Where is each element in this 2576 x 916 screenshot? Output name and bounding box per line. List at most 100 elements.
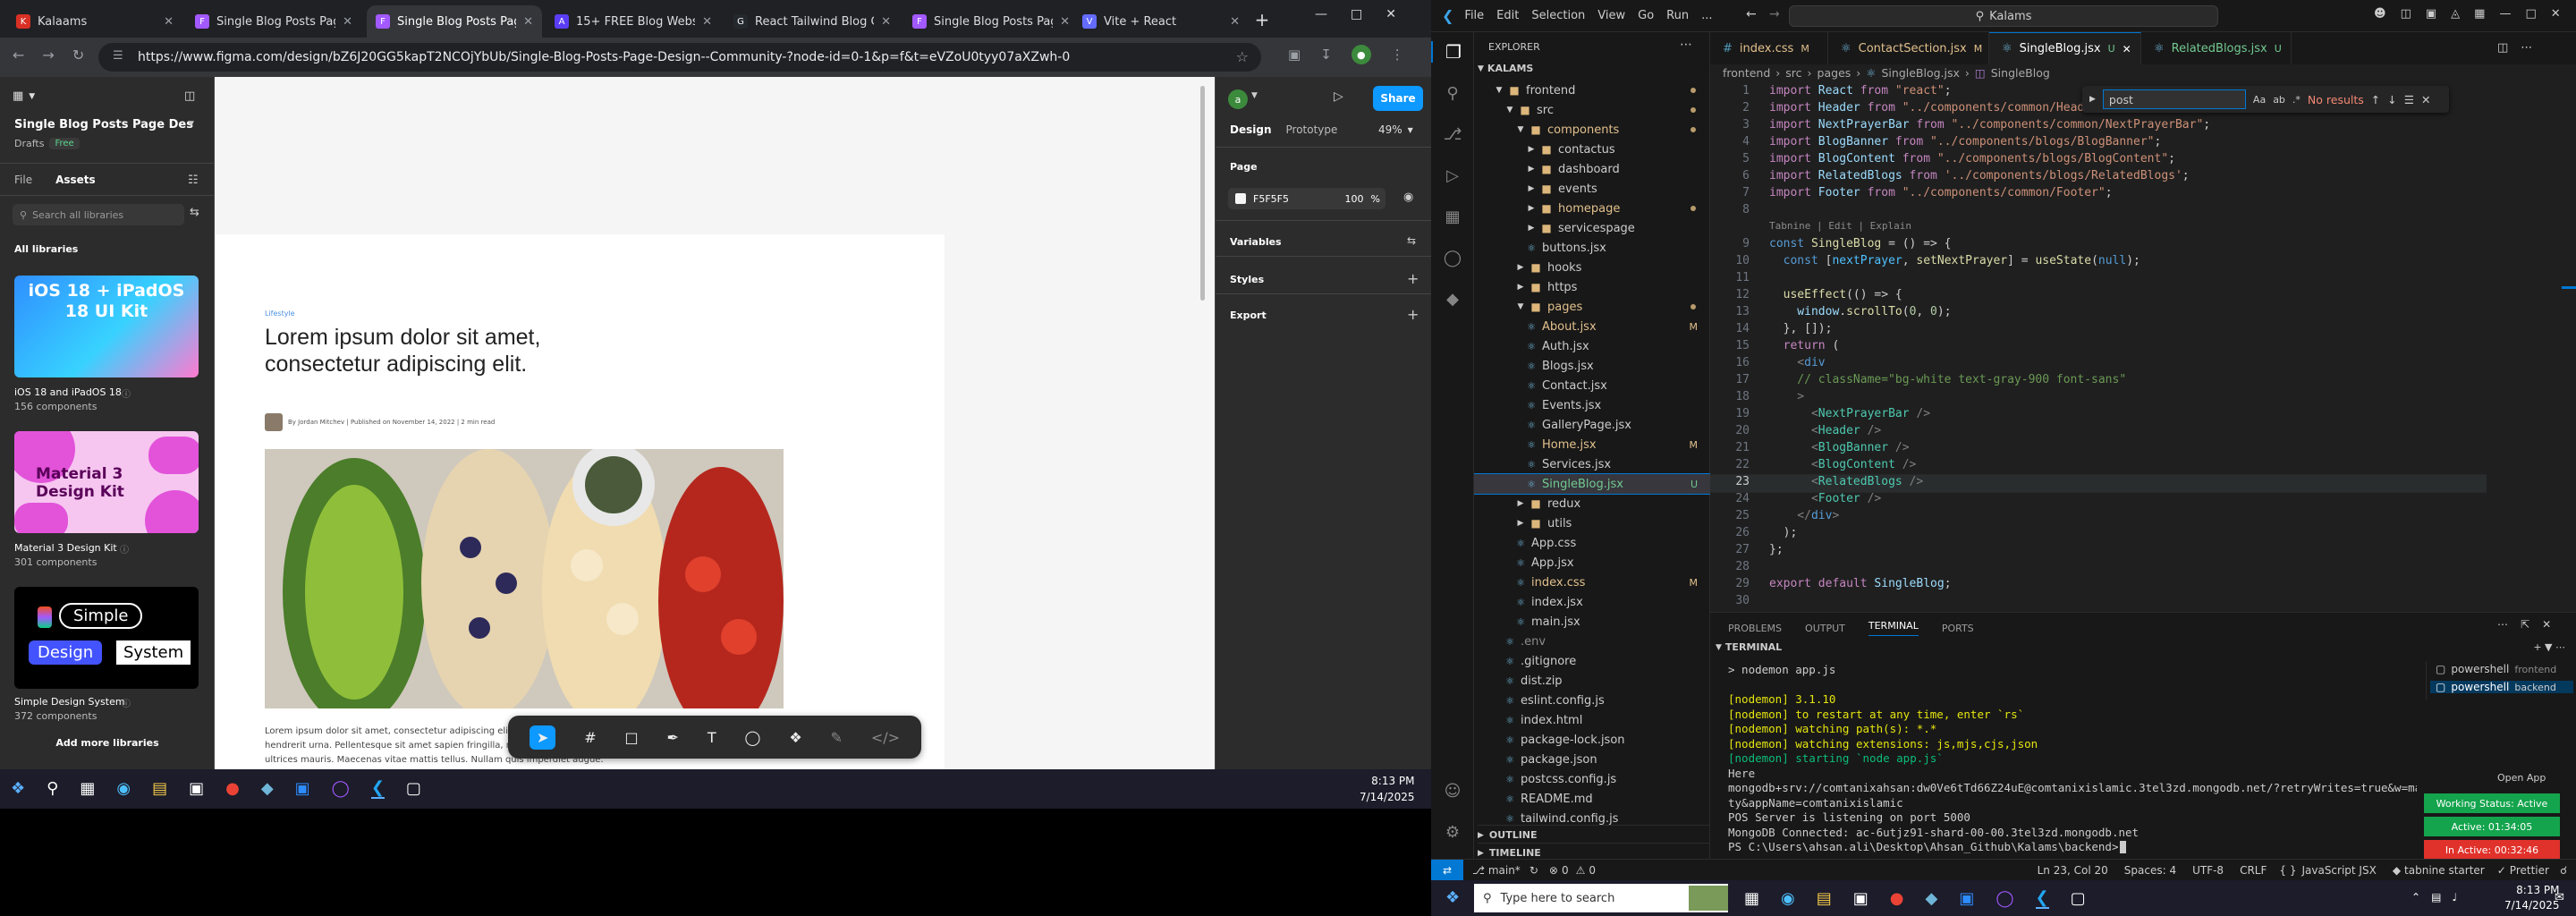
edge-icon[interactable]: ◉ bbox=[116, 779, 131, 798]
bookmark-star-icon[interactable]: ☆ bbox=[1236, 48, 1249, 65]
panel-tab[interactable]: OUTPUT bbox=[1805, 623, 1845, 634]
visibility-eye-icon[interactable]: ◉ bbox=[1403, 191, 1413, 204]
draw-mode-icon[interactable]: ✎ bbox=[831, 729, 843, 746]
browser-tab[interactable]: G React Tailwind Blog Co ✕ bbox=[724, 5, 900, 38]
frame-single-blog[interactable]: Lifestyle Lorem ipsum dolor sit amet, co… bbox=[215, 234, 945, 769]
tree-file[interactable]: ⚛ README.md bbox=[1474, 789, 1710, 809]
tree-folder[interactable]: ▶ ■ events bbox=[1474, 179, 1710, 199]
code-line[interactable]: 29 export default SingleBlog; bbox=[1710, 577, 2487, 594]
maximize-icon[interactable]: □ bbox=[2525, 7, 2536, 21]
chevron-right-icon[interactable]: ▶ bbox=[2089, 95, 2096, 104]
codelens[interactable]: Tabnine | Edit | Explain bbox=[1710, 220, 2487, 237]
status-spaces[interactable]: Spaces: 4 bbox=[2124, 864, 2176, 877]
info-icon[interactable]: ⓘ bbox=[122, 696, 131, 709]
more-actions-icon[interactable]: ⋯ bbox=[2497, 618, 2508, 631]
variables-settings-icon[interactable]: ⇆ bbox=[1407, 234, 1416, 247]
code-line[interactable]: 25 </div> bbox=[1710, 509, 2487, 526]
outline-section[interactable]: ▶ OUTLINE bbox=[1478, 825, 1710, 841]
zoom-app-icon[interactable]: ▣ bbox=[1959, 889, 1974, 908]
present-icon[interactable]: ▷ bbox=[1334, 89, 1343, 104]
remote-explorer-icon[interactable]: ◯ bbox=[1431, 249, 1474, 267]
close-tab-icon[interactable]: ✕ bbox=[523, 15, 533, 29]
new-terminal-icon[interactable]: + ▼ ⋯ bbox=[2533, 641, 2565, 653]
tree-file[interactable]: ⚛ Auth.jsx bbox=[1474, 336, 1710, 356]
tree-file[interactable]: ⚛ package-lock.json bbox=[1474, 730, 1710, 750]
share-button[interactable]: Share bbox=[1373, 86, 1423, 111]
account-icon[interactable]: ☺ bbox=[1431, 782, 1474, 801]
status-encoding[interactable]: UTF-8 bbox=[2192, 864, 2224, 877]
figma-main-menu-icon[interactable]: ▦ bbox=[13, 89, 23, 103]
add-style-icon[interactable]: + bbox=[1407, 270, 1419, 287]
tree-folder[interactable]: ▶ ■ redux bbox=[1474, 494, 1710, 513]
code-line[interactable]: 11 bbox=[1710, 271, 2487, 288]
tree-folder[interactable]: ▼ ■ pages bbox=[1474, 297, 1710, 317]
tray-overflow-icon[interactable]: ⌃ bbox=[2411, 891, 2420, 903]
rectangle-tool-icon[interactable]: □ bbox=[625, 729, 639, 746]
status-tabnine[interactable]: tabnine starter bbox=[2404, 864, 2485, 877]
edge-icon[interactable]: ◉ bbox=[1781, 889, 1795, 908]
tree-file[interactable]: ⚛ index.jsx bbox=[1474, 592, 1710, 612]
sync-icon[interactable]: ↻ bbox=[1530, 864, 1538, 877]
status-warnings[interactable]: 0 bbox=[1589, 864, 1596, 877]
tree-folder[interactable]: ▼ ■ src bbox=[1474, 100, 1710, 120]
code-line[interactable]: 15 return ( bbox=[1710, 339, 2487, 356]
tree-file[interactable]: ⚛ App.css bbox=[1474, 533, 1710, 553]
layout-aux-icon[interactable]: ◬ bbox=[2451, 7, 2460, 21]
add-export-icon[interactable]: + bbox=[1407, 306, 1419, 323]
move-tool-icon[interactable]: ➤ bbox=[529, 725, 556, 750]
close-tab-icon[interactable]: ✕ bbox=[881, 15, 891, 29]
breadcrumb-item[interactable]: frontend bbox=[1723, 66, 1770, 80]
chevron-down-icon[interactable]: ▼ bbox=[1251, 91, 1258, 100]
tree-file[interactable]: ⚛ About.jsx M bbox=[1474, 317, 1710, 336]
reload-icon[interactable]: ↻ bbox=[72, 47, 84, 64]
chevron-down-icon[interactable]: ▼ bbox=[1716, 643, 1722, 652]
tree-file[interactable]: ⚛ SingleBlog.jsx U bbox=[1474, 473, 1710, 495]
new-tab-button[interactable]: + bbox=[1249, 7, 1275, 32]
tree-file[interactable]: ⚛ Events.jsx bbox=[1474, 395, 1710, 415]
run-debug-icon[interactable]: ▷ bbox=[1431, 166, 1474, 185]
tabnine-icon[interactable]: ◆ bbox=[1431, 290, 1474, 309]
close-icon[interactable]: ✕ bbox=[2551, 7, 2561, 21]
status-language[interactable]: JavaScript JSX bbox=[2301, 864, 2376, 877]
menu-kebab-icon[interactable]: ⋮ bbox=[1391, 47, 1404, 63]
profile-avatar[interactable]: ● bbox=[1351, 45, 1371, 64]
editor-tab[interactable]: # index.css M bbox=[1710, 32, 1828, 64]
chrome-icon[interactable]: ● bbox=[1890, 889, 1904, 908]
search-icon[interactable]: ⚲ bbox=[47, 779, 58, 798]
color-swatch[interactable] bbox=[1235, 193, 1246, 204]
minimize-icon[interactable]: — bbox=[2499, 7, 2511, 21]
arrow-down-icon[interactable]: ↓ bbox=[2387, 93, 2396, 106]
tree-folder[interactable]: ▶ ■ hooks bbox=[1474, 258, 1710, 277]
tree-file[interactable]: ⚛ index.html bbox=[1474, 710, 1710, 730]
code-line[interactable]: 13 window.scrollTo(0, 0); bbox=[1710, 305, 2487, 322]
panel-tab[interactable]: TERMINAL bbox=[1868, 620, 1919, 636]
match-case-icon[interactable]: Aa bbox=[2253, 94, 2266, 106]
back-icon[interactable]: ← bbox=[1746, 7, 1757, 21]
tree-file[interactable]: ⚛ main.jsx bbox=[1474, 612, 1710, 632]
breadcrumb-item[interactable]: pages bbox=[1818, 66, 1852, 80]
browser-tab[interactable]: K Kalaams ✕ bbox=[7, 5, 182, 38]
tree-file[interactable]: ⚛ package.json bbox=[1474, 750, 1710, 769]
close-icon[interactable]: ✕ bbox=[1385, 7, 1396, 21]
tree-folder[interactable]: ▶ ■ utils bbox=[1474, 513, 1710, 533]
remote-indicator-icon[interactable]: ⇄ bbox=[1431, 860, 1463, 880]
menu-item[interactable]: File bbox=[1464, 9, 1484, 22]
back-icon[interactable]: ← bbox=[13, 47, 24, 64]
code-lines[interactable]: 1 import React from "react"; 2 import Heade… bbox=[1710, 84, 2487, 612]
status-branch[interactable]: main* bbox=[1488, 864, 1521, 877]
library-card-ios[interactable]: iOS 18 + iPadOS 18 UI Kit bbox=[14, 276, 199, 377]
browser-tab[interactable]: F Single Blog Posts Page ✕ bbox=[903, 5, 1079, 38]
clock[interactable]: 8:13 PM 7/14/2025 bbox=[2504, 883, 2560, 913]
info-icon[interactable]: ⓘ bbox=[120, 542, 129, 556]
figma-canvas[interactable]: Lifestyle Lorem ipsum dolor sit amet, co… bbox=[215, 77, 1215, 769]
app-icon[interactable]: ◯ bbox=[332, 779, 350, 798]
code-line[interactable]: 16 <div bbox=[1710, 356, 2487, 373]
timeline-section[interactable]: ▶ TIMELINE bbox=[1478, 843, 1710, 859]
tree-file[interactable]: ⚛ Contact.jsx bbox=[1474, 376, 1710, 395]
minimize-icon[interactable]: — bbox=[1315, 7, 1327, 21]
settings-gear-icon[interactable]: ⚙ bbox=[1431, 823, 1474, 842]
panel-tab[interactable]: PORTS bbox=[1942, 623, 1974, 634]
code-line[interactable]: 14 }, []); bbox=[1710, 322, 2487, 339]
code-line[interactable]: 6 import RelatedBlogs from '../components… bbox=[1710, 169, 2487, 186]
editor-tab[interactable]: ⚛ ContactSection.jsx M bbox=[1828, 32, 1989, 64]
